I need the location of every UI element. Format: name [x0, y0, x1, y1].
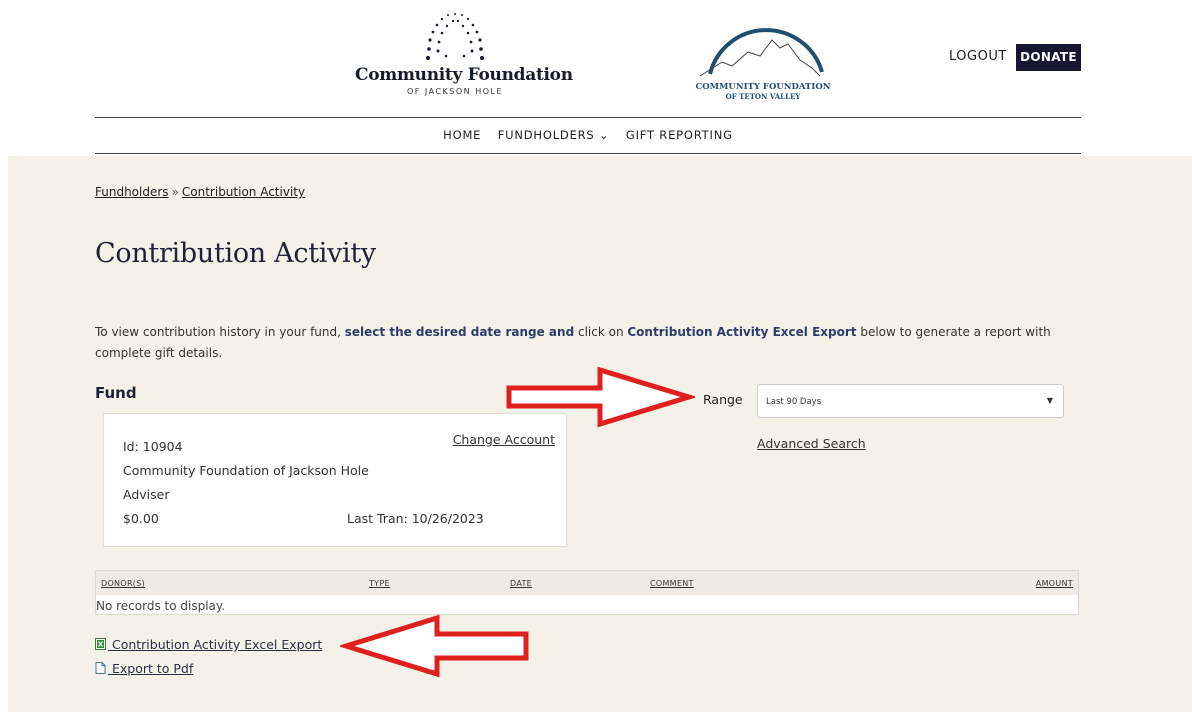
col-type[interactable]: TYPE [369, 579, 390, 588]
nav-item-fundholders[interactable]: FUNDHOLDERS ⌄ [498, 128, 610, 142]
nav-top-divider [95, 117, 1081, 118]
range-label: Range [703, 392, 743, 407]
nav-bottom-divider [95, 153, 1081, 154]
breadcrumb: Fundholders» Contribution Activity [95, 185, 305, 199]
excel-export-link[interactable]: Contribution Activity Excel Export [95, 637, 322, 652]
breadcrumb-separator: » [171, 185, 179, 199]
pdf-export-label: Export to Pdf [108, 661, 194, 676]
teton-valley-logo[interactable]: COMMUNITY FOUNDATION OF TETON VALLEY [688, 8, 838, 108]
col-donors[interactable]: DONOR(S) [101, 579, 145, 588]
dots-arch-icon [425, 13, 485, 61]
fund-balance: $0.00 [123, 511, 159, 526]
excel-export-label: Contribution Activity Excel Export [108, 637, 323, 652]
main-nav: HOME FUNDHOLDERS ⌄ GIFT REPORTING [95, 128, 1081, 142]
document-icon [95, 662, 106, 674]
logo1-name: Community Foundation [355, 65, 573, 85]
fund-role: Adviser [123, 487, 170, 502]
range-select[interactable]: Last 90 Days ▼ [757, 384, 1064, 418]
contributions-table: DONOR(S) TYPE DATE COMMENT AMOUNT No rec… [95, 570, 1079, 615]
col-comment[interactable]: COMMENT [650, 579, 694, 588]
intro-text: To view contribution history in your fun… [95, 325, 1051, 360]
col-amount[interactable]: AMOUNT [1036, 579, 1073, 588]
advanced-search-link[interactable]: Advanced Search [757, 436, 866, 451]
fund-name: Community Foundation of Jackson Hole [123, 463, 369, 478]
nav-item-home[interactable]: HOME [443, 128, 481, 142]
arrow-left-annotation [340, 614, 529, 678]
table-header: DONOR(S) TYPE DATE COMMENT AMOUNT [96, 571, 1078, 595]
logout-link[interactable]: LOGOUT [949, 49, 1007, 64]
change-account-link[interactable]: Change Account [453, 432, 555, 447]
donate-button[interactable]: DONATE [1016, 44, 1081, 71]
range-selected-value: Last 90 Days [766, 397, 822, 407]
fund-id: Id: 10904 [123, 439, 183, 454]
breadcrumb-contribution-activity[interactable]: Contribution Activity [182, 185, 305, 199]
arrow-right-annotation [506, 366, 695, 428]
col-date[interactable]: DATE [510, 579, 532, 588]
nav-item-gift-reporting[interactable]: GIFT REPORTING [626, 128, 733, 142]
jackson-hole-logo[interactable]: Community Foundation OF JACKSON HOLE [355, 10, 573, 105]
mountain-arc-icon [699, 28, 824, 77]
logo1-sub: OF JACKSON HOLE [406, 87, 504, 96]
excel-file-icon [95, 638, 106, 650]
fund-card: Id: 10904 Change Account Community Found… [103, 413, 567, 547]
empty-message: No records to display. [96, 599, 226, 613]
logo2-name: COMMUNITY FOUNDATION OF TETON VALLEY [695, 82, 831, 101]
pdf-export-link[interactable]: Export to Pdf [95, 661, 193, 676]
fund-heading: Fund [95, 384, 137, 402]
page-title: Contribution Activity [95, 238, 376, 269]
last-transaction: Last Tran: 10/26/2023 [347, 511, 484, 526]
caret-down-icon: ▼ [1046, 396, 1053, 405]
breadcrumb-fundholders[interactable]: Fundholders [95, 185, 169, 199]
